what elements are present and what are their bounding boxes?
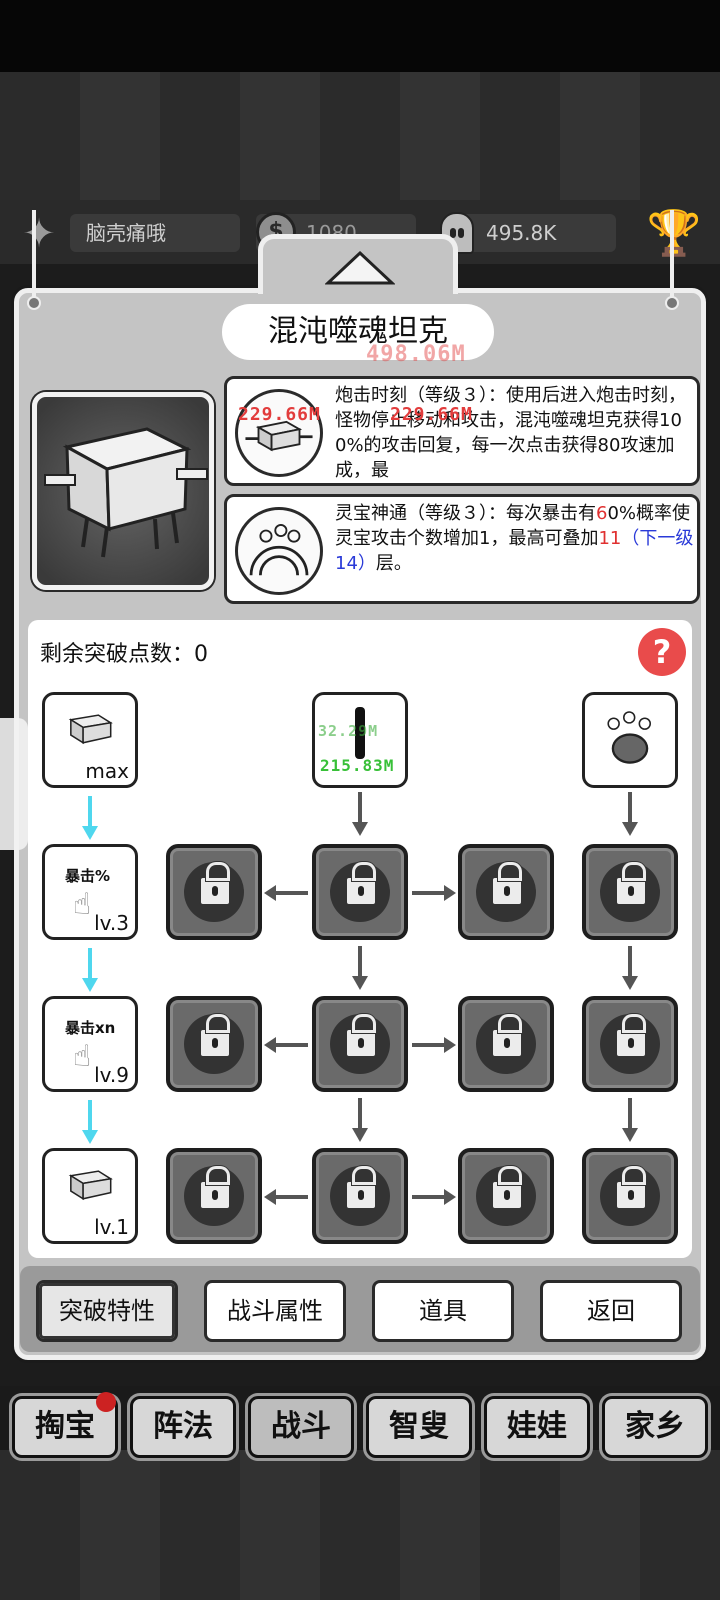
nav-sage[interactable]: 智叟 bbox=[366, 1396, 472, 1458]
remaining-points: 剩余突破点数：0 bbox=[40, 636, 208, 668]
locked-node[interactable] bbox=[458, 996, 554, 1092]
lock-icon bbox=[615, 1014, 647, 1058]
hang-pin-left bbox=[27, 296, 41, 310]
status-bar bbox=[0, 0, 720, 72]
battle-scene-top bbox=[0, 72, 720, 202]
arrow-left-icon bbox=[264, 1037, 308, 1053]
lock-icon bbox=[491, 862, 523, 906]
nav-battle[interactable]: 战斗 bbox=[248, 1396, 354, 1458]
locked-node[interactable] bbox=[458, 1148, 554, 1244]
lock-icon bbox=[199, 1166, 231, 1210]
player-name: 脑壳痛哦 bbox=[70, 214, 240, 252]
locked-node[interactable] bbox=[582, 1148, 678, 1244]
damage-number: 229.66M bbox=[390, 404, 473, 425]
arrow-down-icon bbox=[82, 796, 98, 840]
trophy-icon[interactable]: 🏆 bbox=[638, 206, 710, 262]
lock-icon bbox=[345, 862, 377, 906]
arrow-left-icon bbox=[264, 1189, 308, 1205]
collapse-panel-button[interactable] bbox=[322, 248, 398, 288]
help-button[interactable]: ? bbox=[638, 628, 686, 676]
tank-mini-icon bbox=[68, 1170, 113, 1201]
locked-node[interactable] bbox=[166, 996, 262, 1092]
arrow-down-icon bbox=[622, 946, 638, 990]
chevron-up-icon bbox=[325, 250, 395, 285]
lock-icon bbox=[345, 1014, 377, 1058]
node-level: lv.1 bbox=[94, 1215, 129, 1239]
arrow-left-icon bbox=[264, 885, 308, 901]
hang-string-right bbox=[670, 210, 674, 302]
tree-node-right-root[interactable] bbox=[582, 692, 678, 788]
side-floating-tab[interactable] bbox=[0, 718, 28, 850]
tank-mini-icon bbox=[68, 714, 113, 745]
tree-node-crit-rate[interactable]: 暴击% ☝ lv.3 bbox=[42, 844, 138, 940]
arrow-down-icon bbox=[352, 946, 368, 990]
locked-node[interactable] bbox=[312, 844, 408, 940]
arrow-right-icon bbox=[412, 1037, 456, 1053]
skill-chance-digit: 6 bbox=[596, 503, 608, 524]
lock-icon bbox=[199, 1014, 231, 1058]
skill-text-part: 灵宝神通（等级３）：每次暴击有 bbox=[335, 503, 596, 524]
pointer-hand-icon: ☝ bbox=[73, 1039, 92, 1074]
spirit-treasure-skill-icon bbox=[235, 507, 323, 595]
locked-node[interactable] bbox=[312, 1148, 408, 1244]
back-button[interactable]: 返回 bbox=[540, 1280, 682, 1342]
node-level: lv.3 bbox=[94, 911, 129, 935]
damage-number: 498.06M bbox=[366, 342, 466, 367]
lock-icon bbox=[491, 1014, 523, 1058]
tree-node-hero[interactable]: max bbox=[42, 692, 138, 788]
locked-node[interactable] bbox=[166, 1148, 262, 1244]
damage-number: 229.66M bbox=[238, 404, 321, 425]
hang-string-left bbox=[32, 210, 36, 302]
damage-number: 215.83M bbox=[320, 756, 395, 775]
tank-box-character-image bbox=[44, 427, 208, 558]
locked-node[interactable] bbox=[458, 844, 554, 940]
money-bag-icon bbox=[607, 711, 651, 764]
skill-text-part: 层。 bbox=[375, 553, 412, 574]
node-caption: 暴击% bbox=[65, 867, 111, 885]
remaining-points-label: 剩余突破点数： bbox=[40, 642, 195, 667]
arrow-right-icon bbox=[412, 885, 456, 901]
arrow-down-icon bbox=[352, 1098, 368, 1142]
locked-node[interactable] bbox=[582, 996, 678, 1092]
remaining-points-value: 0 bbox=[194, 642, 209, 667]
skill-card-cannon[interactable]: 炮击时刻（等级３）：使用后进入炮击时刻，怪物停止移动和攻击，混沌噬魂坦克获得10… bbox=[224, 376, 700, 486]
arrow-down-icon bbox=[622, 792, 638, 836]
tab-breakthrough-traits[interactable]: 突破特性 bbox=[36, 1280, 178, 1342]
arrow-down-icon bbox=[82, 948, 98, 992]
hero-portrait bbox=[32, 392, 214, 590]
lock-icon bbox=[199, 862, 231, 906]
locked-node[interactable] bbox=[166, 844, 262, 940]
skill-description-spirit-treasure: 灵宝神通（等级３）：每次暴击有60%概率使灵宝攻击个数增加1，最高可叠加11（下… bbox=[335, 501, 695, 576]
lock-icon bbox=[615, 1166, 647, 1210]
lock-icon bbox=[491, 1166, 523, 1210]
skill-stack-current: 11 bbox=[598, 528, 622, 549]
tree-node-crit-multiplier[interactable]: 暴击xn ☝ lv.9 bbox=[42, 996, 138, 1092]
arrow-down-icon bbox=[352, 792, 368, 836]
locked-node[interactable] bbox=[312, 996, 408, 1092]
nav-dolls[interactable]: 娃娃 bbox=[484, 1396, 590, 1458]
skill-card-spirit-treasure[interactable]: 灵宝神通（等级３）：每次暴击有60%概率使灵宝攻击个数增加1，最高可叠加11（下… bbox=[224, 494, 700, 604]
node-level: lv.9 bbox=[94, 1063, 129, 1087]
skill-description-cannon: 炮击时刻（等级３）：使用后进入炮击时刻，怪物停止移动和攻击，混沌噬魂坦克获得10… bbox=[335, 385, 686, 481]
locked-node[interactable] bbox=[582, 844, 678, 940]
arrow-down-icon bbox=[622, 1098, 638, 1142]
hang-pin-right bbox=[665, 296, 679, 310]
rank-wings-icon[interactable]: ✦ bbox=[6, 208, 72, 260]
pointer-hand-icon: ☝ bbox=[73, 887, 92, 922]
damage-number: 32.29M bbox=[318, 722, 379, 740]
nav-formation[interactable]: 阵法 bbox=[130, 1396, 236, 1458]
battle-scene-bottom bbox=[0, 1440, 720, 1600]
tab-battle-attributes[interactable]: 战斗属性 bbox=[204, 1280, 346, 1342]
lock-icon bbox=[345, 1166, 377, 1210]
cannon-skill-icon bbox=[235, 389, 323, 477]
node-caption: 暴击xn bbox=[65, 1019, 116, 1037]
arrow-down-icon bbox=[82, 1100, 98, 1144]
node-level: max bbox=[85, 759, 129, 783]
tab-items[interactable]: 道具 bbox=[372, 1280, 514, 1342]
arrow-right-icon bbox=[412, 1189, 456, 1205]
nav-hometown[interactable]: 家乡 bbox=[602, 1396, 708, 1458]
notification-dot bbox=[96, 1392, 116, 1412]
tree-node-tank-upgrade[interactable]: lv.1 bbox=[42, 1148, 138, 1244]
lock-icon bbox=[615, 862, 647, 906]
